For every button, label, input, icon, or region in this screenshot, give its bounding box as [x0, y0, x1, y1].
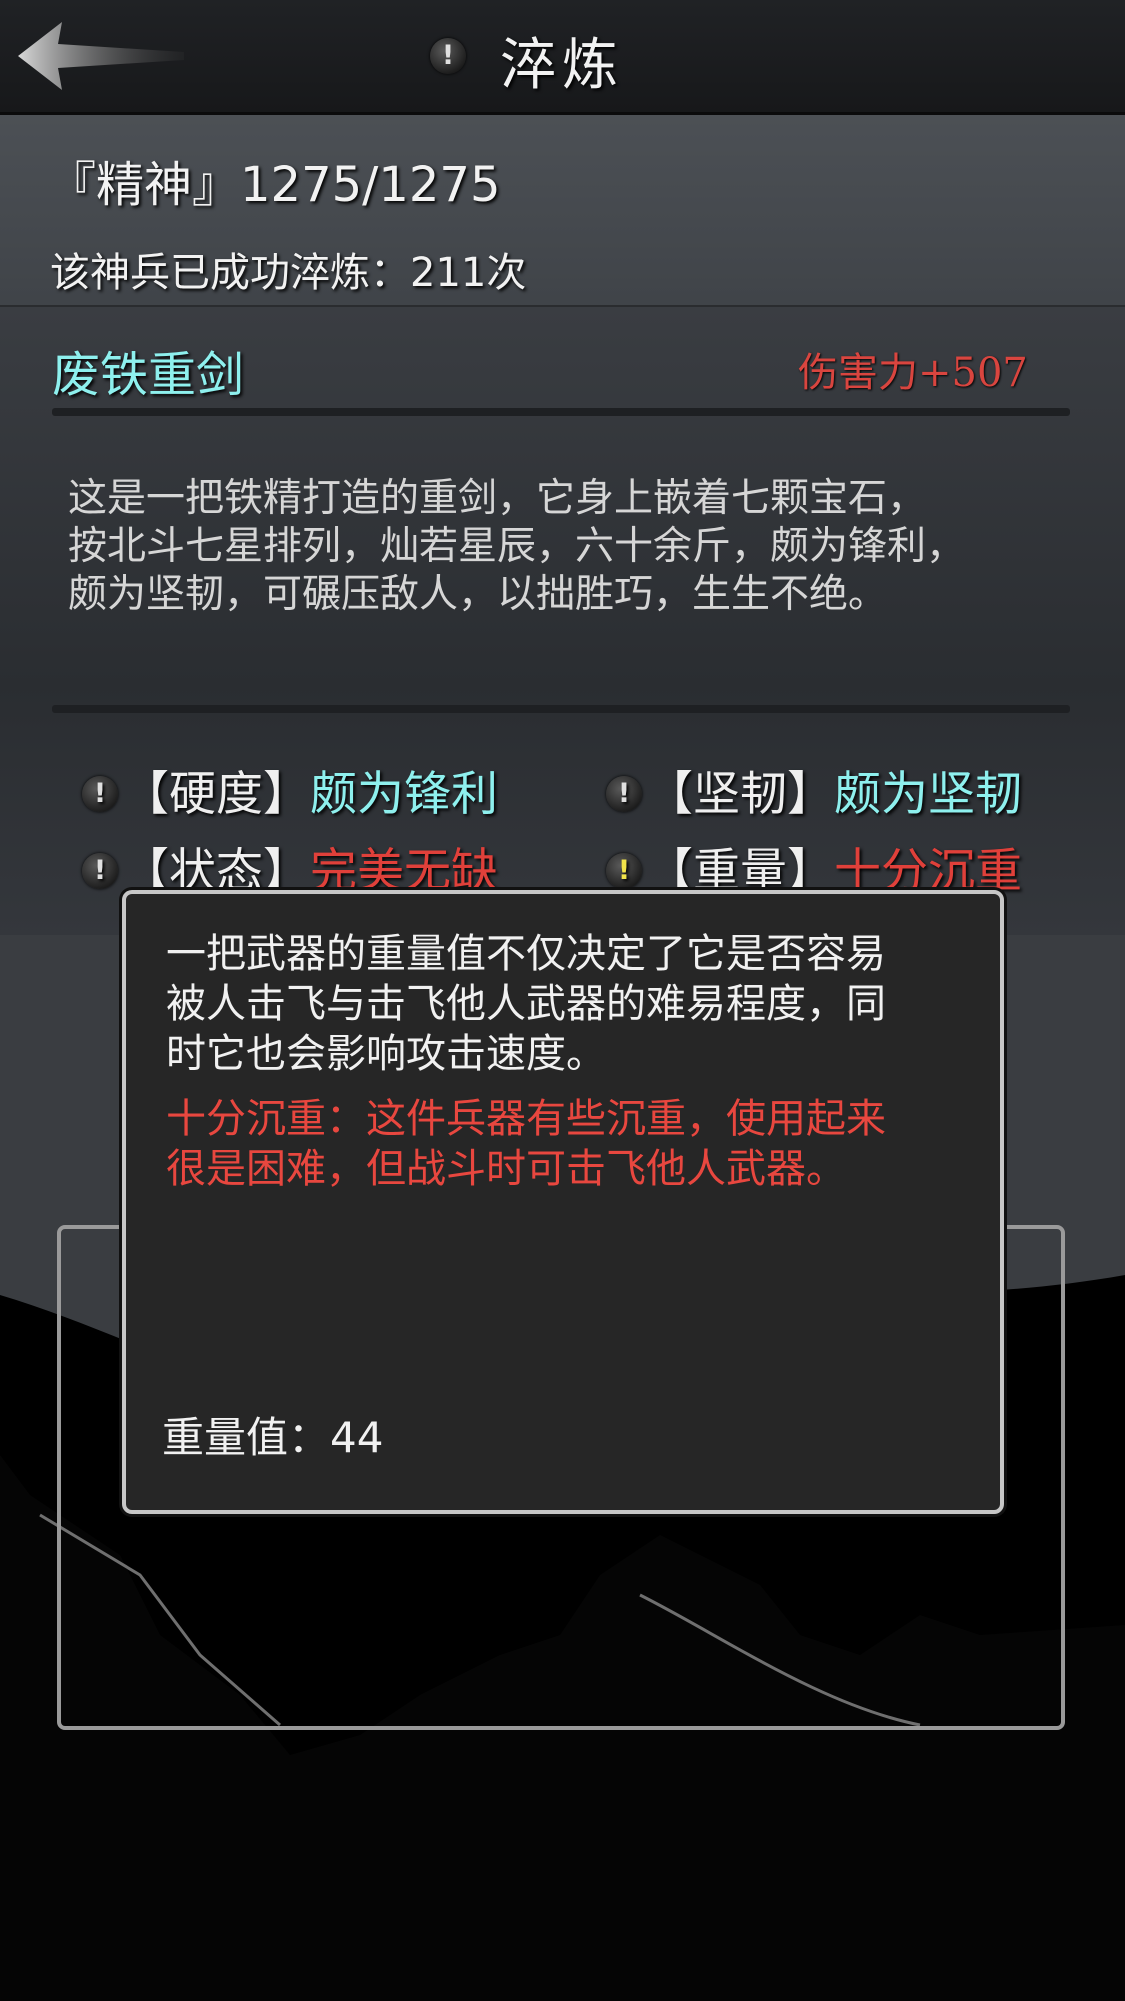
attr-label: 【坚韧】	[646, 767, 834, 822]
info-icon[interactable]: !	[606, 775, 642, 812]
weight-tooltip: 一把武器的重量值不仅决定了它是否容易 被人击飞与击飞他人武器的难易程度，同 时它…	[122, 890, 1004, 1514]
back-button[interactable]	[14, 18, 184, 94]
back-arrow-icon	[18, 22, 184, 90]
tooltip-weight-detail: 十分沉重：这件兵器有些沉重，使用起来 很是困难，但战斗时可击飞他人武器。	[166, 1094, 976, 1194]
attr-hardness: ! 【硬度】颇为锋利	[82, 755, 498, 824]
description-line: 这是一把铁精打造的重剑，它身上嵌着七颗宝石，	[68, 476, 927, 521]
tooltip-line: 时它也会影响攻击速度。	[166, 1031, 606, 1077]
weapon-damage: 伤害力+507	[798, 350, 1028, 396]
tooltip-line: 被人击飞与击飞他人武器的难易程度，同	[166, 981, 886, 1027]
attr-value: 颇为坚韧	[834, 767, 1022, 822]
refine-count: 该神兵已成功淬炼：211次	[50, 250, 527, 296]
tooltip-line: 很是困难，但战斗时可击飞他人武器。	[166, 1146, 846, 1192]
divider	[52, 705, 1070, 713]
page-title: 淬炼	[500, 33, 624, 98]
description-line: 颇为坚韧，可碾压敌人，以拙胜巧，生生不绝。	[68, 572, 888, 617]
tooltip-weight-value: 重量值：44	[162, 1413, 384, 1462]
divider	[52, 408, 1070, 416]
info-icon[interactable]: !	[606, 852, 642, 889]
attr-toughness: ! 【坚韧】颇为坚韧	[606, 755, 1022, 824]
title-info-icon[interactable]: !	[430, 38, 466, 74]
description-line: 按北斗七星排列，灿若星辰，六十余斤，颇为锋利，	[68, 524, 966, 569]
tooltip-line: 十分沉重：这件兵器有些沉重，使用起来	[166, 1096, 886, 1142]
tooltip-description: 一把武器的重量值不仅决定了它是否容易 被人击飞与击飞他人武器的难易程度，同 时它…	[166, 929, 976, 1079]
attr-label: 【硬度】	[122, 767, 310, 822]
spirit-stat: 『精神』1275/1275	[48, 157, 501, 213]
info-icon[interactable]: !	[82, 775, 118, 812]
info-icon[interactable]: !	[82, 852, 118, 889]
attr-value: 颇为锋利	[310, 767, 498, 822]
weapon-description: 这是一把铁精打造的重剑，它身上嵌着七颗宝石， 按北斗七星排列，灿若星辰，六十余斤…	[68, 475, 1068, 619]
tooltip-line: 一把武器的重量值不仅决定了它是否容易	[166, 931, 886, 977]
weapon-name: 废铁重剑	[52, 347, 245, 403]
